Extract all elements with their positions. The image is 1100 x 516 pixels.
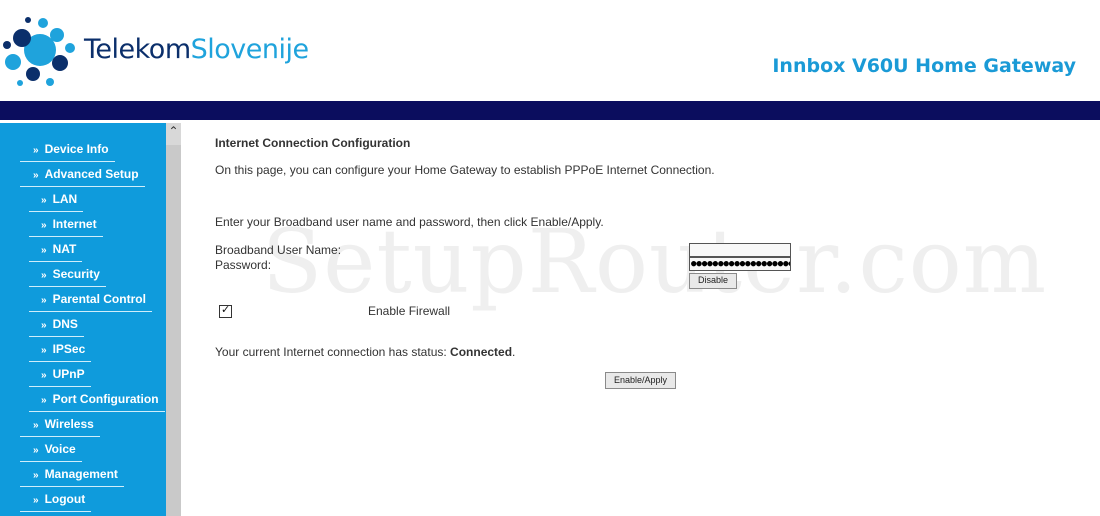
header: TelekomSlovenije Innbox V60U Home Gatewa…	[0, 0, 1100, 101]
sidebar-item-label: Security	[52, 267, 100, 281]
username-label: Broadband User Name:	[215, 243, 342, 257]
chevron-right-icon: »	[41, 195, 47, 206]
instructions-text: Enter your Broadband user name and passw…	[215, 215, 604, 229]
sidebar-item-internet[interactable]: » Internet	[29, 216, 103, 237]
chevron-right-icon: »	[33, 445, 39, 456]
chevron-right-icon: »	[33, 145, 39, 156]
sidebar-item-label: LAN	[52, 192, 78, 206]
page-title: Internet Connection Configuration	[215, 136, 411, 150]
chevron-right-icon: »	[41, 220, 47, 231]
scroll-up-icon[interactable]: ⌃	[168, 125, 179, 137]
brand-name-part1: Telekom	[84, 34, 191, 65]
sidebar-item-label: NAT	[52, 242, 77, 256]
scrollbar-thumb[interactable]	[166, 145, 181, 516]
connection-status: Your current Internet connection has sta…	[215, 345, 515, 359]
disable-button[interactable]: Disable	[689, 273, 737, 289]
sidebar-item-lan[interactable]: » LAN	[29, 191, 84, 212]
sidebar-item-label: Port Configuration	[52, 392, 159, 406]
chevron-right-icon: »	[33, 170, 39, 181]
brand-name: TelekomSlovenije	[84, 34, 309, 65]
sidebar-item-label: DNS	[52, 317, 78, 331]
sidebar-item-advanced-setup[interactable]: » Advanced Setup	[20, 166, 145, 187]
username-input[interactable]	[689, 243, 791, 257]
sidebar-item-logout[interactable]: » Logout	[20, 491, 92, 512]
chevron-right-icon: »	[33, 495, 39, 506]
checkmark-icon: ✓	[221, 304, 231, 316]
password-input[interactable]: ●●●●●●●●●●●●●●●●●●●	[689, 257, 791, 271]
chevron-right-icon: »	[33, 470, 39, 481]
sidebar-item-upnp[interactable]: » UPnP	[29, 366, 91, 387]
sidebar-item-port-configuration[interactable]: » Port Configuration	[29, 391, 165, 412]
page-description: On this page, you can configure your Hom…	[215, 163, 715, 177]
enable-firewall-label: Enable Firewall	[368, 304, 451, 318]
status-badge: Connected	[450, 345, 513, 359]
sidebar-item-label: Wireless	[44, 417, 94, 431]
sidebar-item-nat[interactable]: » NAT	[29, 241, 83, 262]
sidebar-item-label: Voice	[44, 442, 76, 456]
sidebar-item-security[interactable]: » Security	[29, 266, 106, 287]
chevron-right-icon: »	[41, 395, 47, 406]
sidebar-item-label: Advanced Setup	[44, 167, 139, 181]
sidebar-item-wireless[interactable]: » Wireless	[20, 416, 100, 437]
header-band	[0, 101, 1100, 120]
chevron-right-icon: »	[41, 345, 47, 356]
sidebar-item-label: Parental Control	[52, 292, 146, 306]
sidebar-scrollbar[interactable]: ⌃	[166, 123, 181, 516]
sidebar-item-voice[interactable]: » Voice	[20, 441, 82, 462]
enable-firewall-checkbox[interactable]: ✓	[219, 304, 232, 318]
chevron-right-icon: »	[41, 370, 47, 381]
product-title: Innbox V60U Home Gateway	[772, 55, 1076, 77]
chevron-right-icon: »	[41, 320, 47, 331]
sidebar-item-label: Internet	[52, 217, 97, 231]
chevron-right-icon: »	[41, 295, 47, 306]
enable-apply-button[interactable]: Enable/Apply	[605, 372, 676, 389]
status-text: Your current Internet connection has sta…	[215, 345, 451, 359]
sidebar-item-label: Device Info	[44, 142, 109, 156]
sidebar-item-label: Logout	[44, 492, 86, 506]
status-period: .	[512, 345, 516, 359]
sidebar-item-label: UPnP	[52, 367, 85, 381]
sidebar-item-dns[interactable]: » DNS	[29, 316, 84, 337]
sidebar-item-device-info[interactable]: » Device Info	[20, 141, 115, 162]
sidebar-item-label: IPSec	[52, 342, 86, 356]
sidebar-item-parental-control[interactable]: » Parental Control	[29, 291, 152, 312]
chevron-right-icon: »	[41, 245, 47, 256]
sidebar-item-management[interactable]: » Management	[20, 466, 124, 487]
chevron-right-icon: »	[41, 270, 47, 281]
sidebar-item-ipsec[interactable]: » IPSec	[29, 341, 92, 362]
password-label: Password:	[215, 258, 272, 272]
brand-name-part2: Slovenije	[190, 34, 309, 65]
sidebar-item-label: Management	[44, 467, 118, 481]
chevron-right-icon: »	[33, 420, 39, 431]
telekom-logo-icon	[3, 17, 75, 86]
